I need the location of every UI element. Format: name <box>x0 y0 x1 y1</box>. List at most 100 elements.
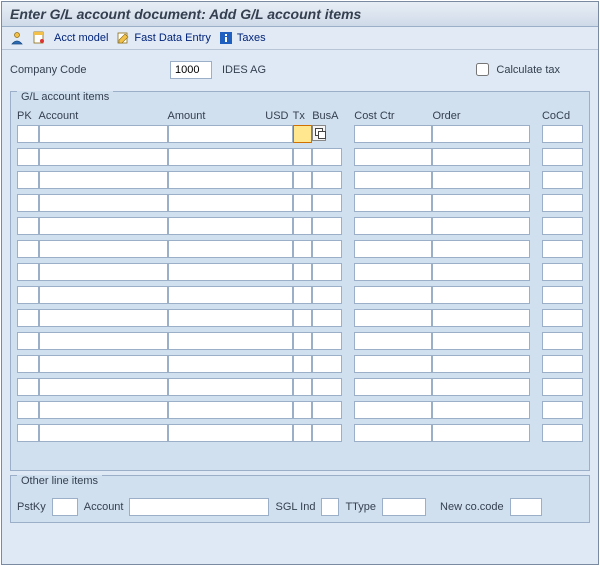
order-input[interactable] <box>432 332 530 350</box>
tx-input[interactable] <box>293 286 313 304</box>
cocd-input[interactable] <box>542 286 583 304</box>
amount-input[interactable] <box>168 424 293 442</box>
cocd-input[interactable] <box>542 125 583 143</box>
amount-input[interactable] <box>168 240 293 258</box>
order-input[interactable] <box>432 194 530 212</box>
busa-input[interactable] <box>312 378 342 396</box>
cost-ctr-input[interactable] <box>354 355 432 373</box>
order-input[interactable] <box>432 378 530 396</box>
taxes-button[interactable]: Taxes <box>219 31 266 45</box>
order-input[interactable] <box>432 171 530 189</box>
amount-input[interactable] <box>168 171 293 189</box>
account-input[interactable] <box>39 148 168 166</box>
pk-input[interactable] <box>17 240 39 258</box>
cost-ctr-input[interactable] <box>354 125 432 143</box>
sgl-ind-input[interactable] <box>321 498 339 516</box>
busa-input[interactable] <box>312 355 342 373</box>
pk-input[interactable] <box>17 171 39 189</box>
amount-input[interactable] <box>168 217 293 235</box>
amount-input[interactable] <box>168 125 293 143</box>
tx-input[interactable] <box>293 171 313 189</box>
cost-ctr-input[interactable] <box>354 309 432 327</box>
account-input[interactable] <box>39 424 168 442</box>
cocd-input[interactable] <box>542 263 583 281</box>
tx-input[interactable] <box>293 148 313 166</box>
busa-input[interactable] <box>312 309 342 327</box>
other-account-input[interactable] <box>129 498 269 516</box>
pk-input[interactable] <box>17 401 39 419</box>
amount-input[interactable] <box>168 332 293 350</box>
cocd-input[interactable] <box>542 171 583 189</box>
tx-input[interactable] <box>293 424 313 442</box>
cost-ctr-input[interactable] <box>354 401 432 419</box>
cost-ctr-input[interactable] <box>354 171 432 189</box>
order-input[interactable] <box>432 240 530 258</box>
order-input[interactable] <box>432 355 530 373</box>
cost-ctr-input[interactable] <box>354 263 432 281</box>
tx-input[interactable] <box>293 401 313 419</box>
busa-input[interactable] <box>312 240 342 258</box>
account-input[interactable] <box>39 171 168 189</box>
order-input[interactable] <box>432 401 530 419</box>
account-input[interactable] <box>39 194 168 212</box>
cost-ctr-input[interactable] <box>354 240 432 258</box>
amount-input[interactable] <box>168 378 293 396</box>
tx-input[interactable] <box>293 194 313 212</box>
pk-input[interactable] <box>17 194 39 212</box>
cocd-input[interactable] <box>542 378 583 396</box>
busa-input[interactable] <box>312 148 342 166</box>
tx-input[interactable] <box>293 378 313 396</box>
tx-input[interactable] <box>293 309 313 327</box>
busa-input[interactable] <box>312 286 342 304</box>
account-input[interactable] <box>39 401 168 419</box>
amount-input[interactable] <box>168 401 293 419</box>
amount-input[interactable] <box>168 148 293 166</box>
busa-input[interactable] <box>312 217 342 235</box>
order-input[interactable] <box>432 125 530 143</box>
order-input[interactable] <box>432 217 530 235</box>
cost-ctr-input[interactable] <box>354 332 432 350</box>
cost-ctr-input[interactable] <box>354 194 432 212</box>
cost-ctr-input[interactable] <box>354 424 432 442</box>
tx-input[interactable] <box>293 263 313 281</box>
amount-input[interactable] <box>168 286 293 304</box>
hold-button[interactable] <box>32 31 46 45</box>
tx-input[interactable] <box>293 217 313 235</box>
cocd-input[interactable] <box>542 332 583 350</box>
pk-input[interactable] <box>17 424 39 442</box>
acct-model-button[interactable]: Acct model <box>54 32 108 44</box>
cocd-input[interactable] <box>542 309 583 327</box>
cost-ctr-input[interactable] <box>354 378 432 396</box>
tx-input[interactable] <box>293 240 313 258</box>
tx-input[interactable] <box>293 355 313 373</box>
new-cocode-input[interactable] <box>510 498 542 516</box>
order-input[interactable] <box>432 148 530 166</box>
cocd-input[interactable] <box>542 194 583 212</box>
calculate-tax-checkbox[interactable] <box>476 63 489 76</box>
pk-input[interactable] <box>17 355 39 373</box>
account-input[interactable] <box>39 355 168 373</box>
busa-input[interactable] <box>312 263 342 281</box>
amount-input[interactable] <box>168 309 293 327</box>
pk-input[interactable] <box>17 378 39 396</box>
account-input[interactable] <box>39 309 168 327</box>
f4-help-icon[interactable] <box>312 125 326 141</box>
busa-input[interactable] <box>312 171 342 189</box>
pk-input[interactable] <box>17 263 39 281</box>
account-input[interactable] <box>39 378 168 396</box>
order-input[interactable] <box>432 263 530 281</box>
pk-input[interactable] <box>17 309 39 327</box>
cocd-input[interactable] <box>542 401 583 419</box>
cost-ctr-input[interactable] <box>354 148 432 166</box>
tx-input[interactable] <box>293 332 313 350</box>
cocd-input[interactable] <box>542 240 583 258</box>
order-input[interactable] <box>432 309 530 327</box>
account-input[interactable] <box>39 263 168 281</box>
company-code-input[interactable] <box>170 61 212 79</box>
tx-input[interactable] <box>293 125 313 143</box>
ttype-input[interactable] <box>382 498 426 516</box>
cocd-input[interactable] <box>542 148 583 166</box>
account-input[interactable] <box>39 217 168 235</box>
cocd-input[interactable] <box>542 355 583 373</box>
busa-input[interactable] <box>312 401 342 419</box>
